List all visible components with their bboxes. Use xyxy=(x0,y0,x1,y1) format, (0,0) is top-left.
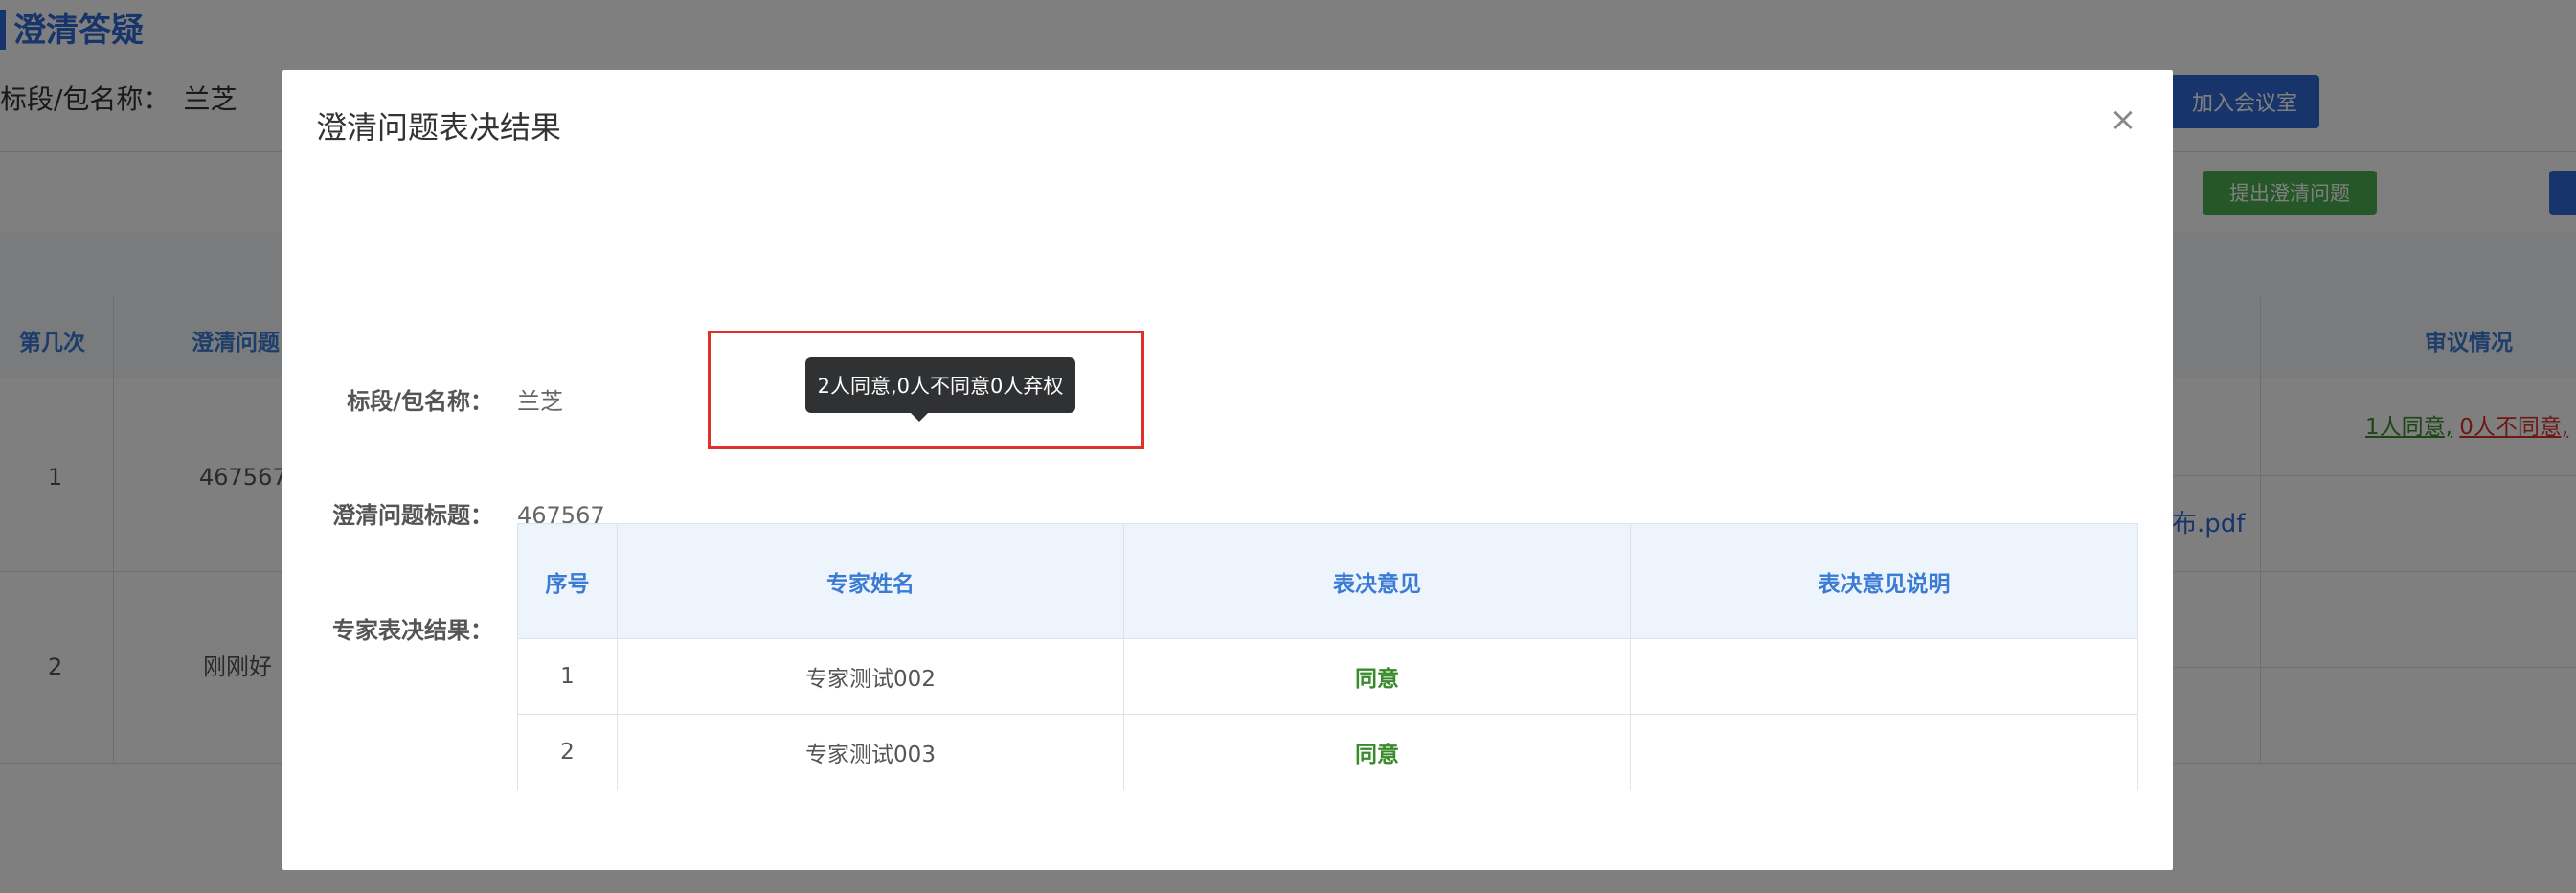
table-row: 2 专家测试003 同意 xyxy=(517,714,2138,790)
tooltip-arrow xyxy=(910,412,929,422)
cell-no: 1 xyxy=(517,638,618,715)
col-header-no: 序号 xyxy=(517,523,618,639)
package-label: 标段/包名称： xyxy=(347,388,493,415)
table-header-row: 序号 专家姓名 表决意见 表决意见说明 xyxy=(517,523,2138,639)
cell-opinion: 同意 xyxy=(1123,638,1631,715)
result-label: 专家表决结果： xyxy=(332,617,493,644)
vote-result-dialog: 澄清问题表决结果 × 标段/包名称： 兰芝 澄清问题标题： 467567 专家表… xyxy=(282,70,2173,870)
dialog-title: 澄清问题表决结果 xyxy=(316,109,562,146)
col-header-opinion-note: 表决意见说明 xyxy=(1630,523,2138,639)
cell-opinion-note xyxy=(1630,714,2138,790)
cell-opinion: 同意 xyxy=(1123,714,1631,790)
package-value: 兰芝 xyxy=(517,388,563,415)
col-header-expert-name: 专家姓名 xyxy=(617,523,1124,639)
cell-expert-name: 专家测试003 xyxy=(617,714,1124,790)
cell-expert-name: 专家测试002 xyxy=(617,638,1124,715)
vote-summary-tooltip: 2人同意,0人不同意0人弃权 xyxy=(805,357,1075,413)
cell-opinion-note xyxy=(1630,638,2138,715)
table-row: 1 专家测试002 同意 xyxy=(517,638,2138,715)
col-header-opinion: 表决意见 xyxy=(1123,523,1631,639)
question-title-label: 澄清问题标题： xyxy=(332,502,493,529)
expert-vote-table: 序号 专家姓名 表决意见 表决意见说明 1 专家测试002 同意 2 专家测试0… xyxy=(517,523,2138,790)
close-icon[interactable]: × xyxy=(2108,103,2138,136)
cell-no: 2 xyxy=(517,714,618,790)
